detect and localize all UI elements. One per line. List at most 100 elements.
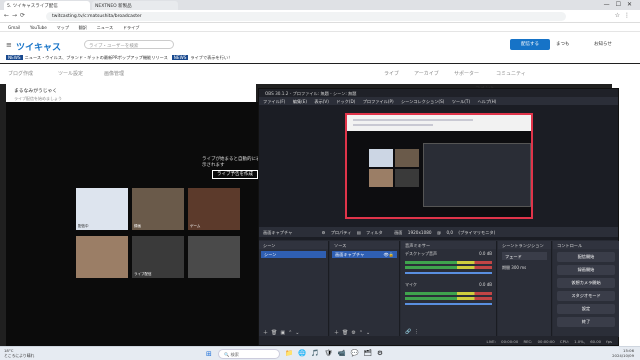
browser-tab-active[interactable]: 5. ツイキャスライブ配信 [4, 1, 90, 10]
subnav-item[interactable]: アーカイブ [414, 70, 439, 77]
bookmark[interactable]: YouTube [30, 25, 47, 30]
settings-button[interactable]: 設定 [557, 304, 615, 314]
nav-buttons[interactable]: ←→⟳ [4, 12, 28, 19]
taskbar-app-icons[interactable]: 📁🌐🎵🛡📹💬🗂⚙ [285, 349, 388, 357]
menu-item[interactable]: ツール(T) [452, 99, 470, 104]
filters-button[interactable]: ▤ フィルタ [357, 230, 383, 235]
weather-widget[interactable]: 18°C ところにより晴れ [4, 348, 34, 358]
preview-thumb [395, 169, 419, 187]
menu-item[interactable]: プロファイル(P) [363, 99, 394, 104]
thumbnail[interactable]: 録画 [132, 188, 184, 230]
start-streaming-button[interactable]: 配信開始 [557, 252, 615, 262]
cpu-status: CPU: 1.0%, 60.00 fps [559, 338, 612, 344]
properties-button[interactable]: ⚙ プロパティ [322, 230, 352, 235]
overlay-message: ライブが始まると自動的に表示されます [202, 157, 261, 168]
scene-item[interactable]: シーン [261, 251, 326, 258]
taskbar: 18°C ところにより晴れ ⊞ 🔍 検索 📁🌐🎵🛡📹💬🗂⚙ 15:06 2024… [0, 346, 640, 360]
volume-slider[interactable] [405, 303, 492, 305]
bookmark[interactable]: ドライブ [123, 25, 140, 31]
display-select[interactable]: 1920x1080 @ 0,0 (プライマリモニタ) [408, 230, 495, 235]
bookmark[interactable]: ニュース [97, 25, 114, 31]
browser-tab[interactable]: NEXTNEO 新製品 [92, 1, 178, 10]
bookmark[interactable]: Gmail [8, 25, 20, 30]
video-player[interactable]: 配信中 録画 ゲーム ライブ配信 ライブが始まると自動的に表示されます ライブ予… [6, 102, 261, 346]
user-name[interactable]: まつも [556, 41, 570, 47]
system-clock[interactable]: 15:06 2024/10/09 [612, 348, 634, 358]
thumbnail[interactable]: ゲーム [188, 188, 240, 230]
news-text[interactable]: ライブで表示を行い！ [190, 55, 232, 60]
subnav-item[interactable]: コミュニティ [496, 70, 526, 77]
thumbnail[interactable]: ライブ配信 [132, 236, 184, 278]
browser-tab-strip: 5. ツイキャスライブ配信 NEXTNEO 新製品 —☐✕ [0, 0, 640, 10]
controls-dock: コントロール 配信開始 録画開始 仮想カメラ開始 スタジオモード 設定 終了 [553, 241, 619, 337]
menu-item[interactable]: ヘルプ(H) [477, 99, 496, 104]
news-badge: NEWS [171, 55, 189, 60]
address-bar-row: ←→⟳ twitcasting.tv/c:matsushita/broadcas… [0, 10, 640, 23]
transition-select[interactable]: フェード [502, 252, 547, 260]
subnav-item[interactable]: ライブ [384, 70, 399, 77]
subnav-item[interactable]: ツール設定 [58, 70, 83, 77]
preview-capture[interactable] [345, 113, 533, 219]
live-title-block: まるなみがうじゃく ライブ配信を始めましょう [6, 84, 256, 102]
sub-navigation: ブログ作成 ツール設定 画像管理 ライブ アーカイブ サポーター コミュニティ [0, 64, 640, 84]
preview-line [353, 119, 473, 121]
source-toolbar: 画面キャプチャ ⚙ プロパティ ▤ フィルタ 画面 1920x1080 @ 0,… [259, 227, 618, 237]
menu-item[interactable]: 表示(V) [314, 99, 329, 104]
obs-window: OBS 30.1.2 - プロファイル: 無題 - シーン: 無題 ファイル(F… [258, 88, 619, 346]
preview-thumb [369, 149, 393, 167]
dock-title: シーン [259, 241, 328, 249]
audio-meter [405, 292, 492, 295]
live-title: まるなみがうじゃく [14, 89, 58, 94]
thumbnail[interactable] [76, 236, 128, 278]
subnav-item[interactable]: サポーター [454, 70, 479, 77]
create-notice-button[interactable]: ライブ予告を作成 [212, 170, 258, 179]
dock-title: シーントランジション [498, 241, 551, 249]
obs-preview[interactable] [259, 105, 618, 240]
sources-dock: ソース 画面キャプチャ 👁🔒 ＋🗑⚙⌃⌄ [330, 241, 400, 337]
mixer-channel: デスクトップ音声 0.0 dB [405, 251, 492, 256]
bookmark[interactable]: マップ [56, 25, 69, 31]
site-logo[interactable]: ツイキャス [16, 40, 61, 53]
video-area: 配信中 録画 ゲーム ライブ配信 ライブが始まると自動的に表示されます ライブ予… [6, 102, 261, 346]
scenes-dock: シーン シーン ＋🗑▣⌃⌄ [259, 241, 329, 337]
thumbnail[interactable] [188, 236, 240, 278]
dock-title: コントロール [553, 241, 619, 249]
browser-toolbar-icons[interactable]: ☆⋮ [615, 12, 634, 19]
subnav-item[interactable]: ブログ作成 [8, 70, 33, 77]
window-controls[interactable]: —☐✕ [604, 1, 638, 8]
volume-slider[interactable] [405, 272, 492, 274]
news-text[interactable]: ニュース・ウイルス、ブランド・ギットの最新PRポップアップ機能リリース [25, 55, 168, 60]
search-input[interactable]: ライブ・ユーザーを検索 [84, 40, 174, 49]
taskbar-search[interactable]: 🔍 検索 [218, 349, 280, 359]
bookmarks-bar: Gmail YouTube マップ 翻訳 ニュース ドライブ [0, 23, 640, 32]
exit-button[interactable]: 終了 [557, 317, 615, 327]
dock-title: ソース [330, 241, 399, 249]
preview-thumb [369, 169, 393, 187]
subnav-item[interactable]: 画像管理 [104, 70, 124, 77]
menu-item[interactable]: 編集(E) [293, 99, 307, 104]
url-bar[interactable]: twitcasting.tv/c:matsushita/broadcaster [46, 12, 566, 21]
audio-meter [405, 261, 492, 264]
visibility-icon[interactable]: 👁🔒 [383, 252, 394, 258]
broadcast-button[interactable]: 配信する [510, 39, 550, 50]
menu-item[interactable]: ドック(D) [336, 99, 355, 104]
virtual-camera-button[interactable]: 仮想カメラ開始 [557, 278, 615, 288]
start-recording-button[interactable]: 録画開始 [557, 265, 615, 275]
obs-status-bar: LIVE: 00:00:00 REC: 00:00:00 CPU: 1.0%, … [259, 336, 618, 345]
audio-mixer-dock: 音声ミキサー デスクトップ音声 0.0 dB マイク 0.0 dB 🔗⋮ [401, 241, 497, 337]
transitions-dock: シーントランジション フェード 期間 300 ms [498, 241, 552, 337]
hamburger-icon[interactable]: ≡ [6, 41, 12, 49]
audio-meter [405, 297, 492, 300]
duration-row[interactable]: 期間 300 ms [498, 263, 551, 273]
preview-browser [347, 115, 531, 131]
notifications-link[interactable]: お知らせ [594, 41, 612, 47]
source-item[interactable]: 画面キャプチャ 👁🔒 [332, 251, 397, 258]
menu-item[interactable]: ファイル(F) [263, 99, 285, 104]
obs-menu-bar: ファイル(F) 編集(E) 表示(V) ドック(D) プロファイル(P) シーン… [259, 97, 618, 105]
thumbnail[interactable]: 配信中 [76, 188, 128, 230]
studio-mode-button[interactable]: スタジオモード [557, 291, 615, 301]
bookmark[interactable]: 翻訳 [79, 25, 87, 31]
menu-item[interactable]: シーンコレクション(S) [401, 99, 444, 104]
preview-thumb [395, 149, 419, 167]
windows-start-icon[interactable]: ⊞ [206, 350, 212, 358]
